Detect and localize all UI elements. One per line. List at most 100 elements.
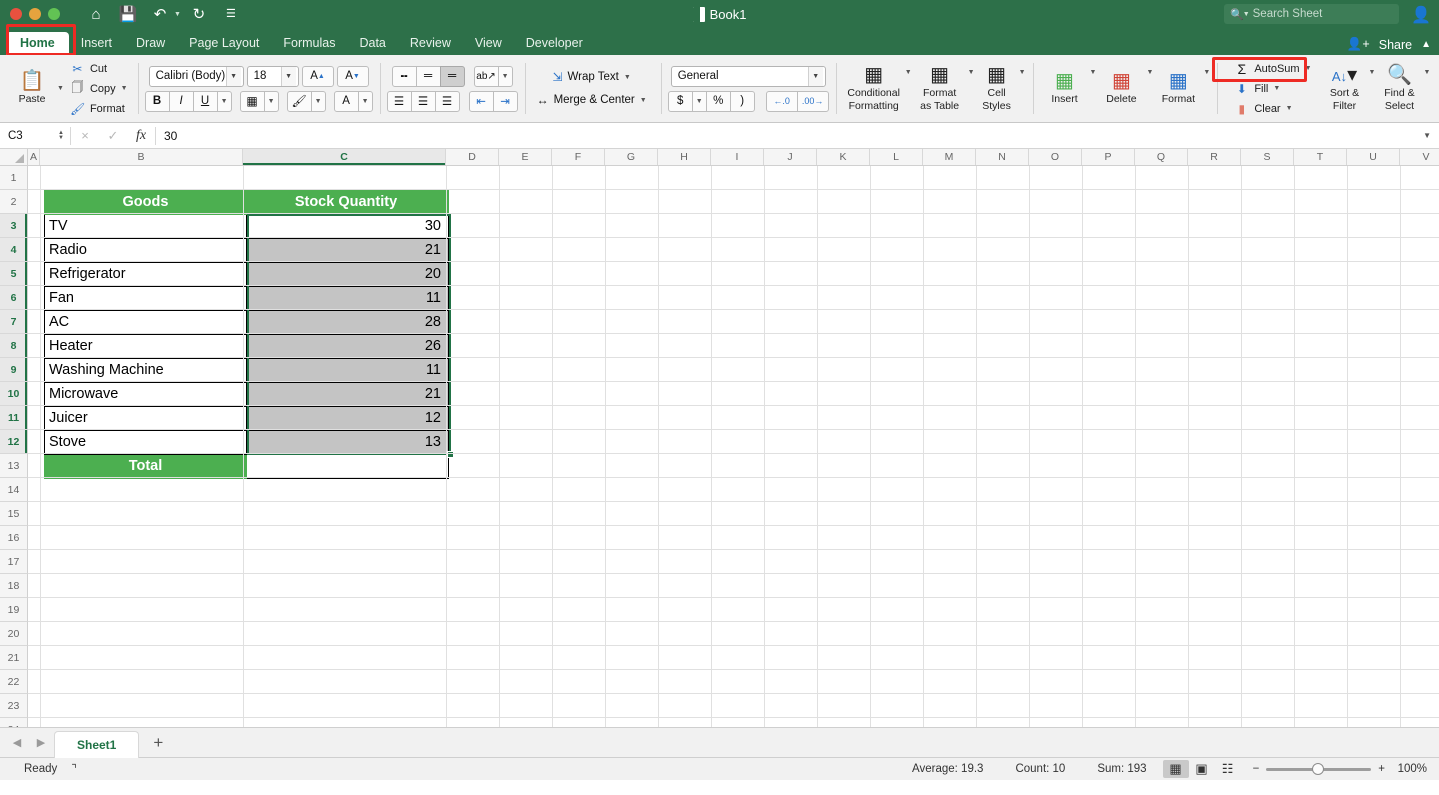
collapse-ribbon-icon[interactable]: ▲ (1421, 39, 1431, 50)
column-header-E[interactable]: E (499, 149, 552, 165)
maximize-window-button[interactable] (48, 8, 60, 20)
column-header-I[interactable]: I (711, 149, 764, 165)
zoom-slider-knob[interactable] (1312, 763, 1324, 775)
insert-cells-button[interactable]: ▦ Insert (1040, 71, 1090, 105)
percent-format-button[interactable]: % (706, 91, 731, 112)
tab-formulas[interactable]: Formulas (271, 32, 347, 55)
currency-dropdown-icon[interactable]: ▼ (692, 91, 707, 112)
minimize-window-button[interactable] (29, 8, 41, 20)
cell-goods[interactable]: Washing Machine (45, 359, 247, 383)
redo-icon[interactable]: ↻ (185, 3, 213, 25)
column-header-P[interactable]: P (1082, 149, 1135, 165)
row-header-13[interactable]: 13 (0, 454, 28, 478)
align-middle-button[interactable]: ═ (416, 66, 441, 87)
row-header-14[interactable]: 14 (0, 478, 28, 502)
row-header-2[interactable]: 2 (0, 190, 28, 214)
row-header-21[interactable]: 21 (0, 646, 28, 670)
save-icon[interactable]: 💾 (114, 3, 142, 25)
row-header-4[interactable]: 4 (0, 238, 28, 262)
column-header-V[interactable]: V (1400, 149, 1439, 165)
home-icon[interactable]: ⌂ (82, 3, 110, 25)
delete-cells-dropdown-icon[interactable]: ▼ (1146, 69, 1153, 76)
bold-button[interactable]: B (145, 91, 170, 112)
conditional-formatting-dropdown-icon[interactable]: ▼ (905, 69, 912, 76)
conditional-formatting-button[interactable]: ▦ Conditional Formatting (843, 65, 905, 112)
column-header-M[interactable]: M (923, 149, 976, 165)
decrease-font-size-button[interactable]: A▼ (337, 66, 369, 87)
close-window-button[interactable] (10, 8, 22, 20)
row-header-6[interactable]: 6 (0, 286, 28, 310)
next-sheet-icon[interactable]: ▶ (30, 736, 52, 749)
customize-toolbar-icon[interactable]: ☰ (217, 3, 245, 25)
cell-stock-quantity[interactable]: 21 (247, 239, 449, 263)
header-cell-goods[interactable]: Goods (45, 191, 247, 215)
cell-stock-quantity[interactable]: 28 (247, 311, 449, 335)
autosum-dropdown-icon[interactable]: ▼ (1305, 65, 1312, 72)
font-size-select[interactable]: 18 ▼ (247, 66, 299, 87)
column-header-B[interactable]: B (40, 149, 243, 165)
tab-data[interactable]: Data (347, 32, 397, 55)
cell-stock-quantity[interactable]: 13 (247, 431, 449, 455)
row-header-7[interactable]: 7 (0, 310, 28, 334)
copy-dropdown-icon[interactable]: ▼ (121, 85, 128, 92)
column-header-D[interactable]: D (446, 149, 499, 165)
tab-page-layout[interactable]: Page Layout (177, 32, 271, 55)
row-header-5[interactable]: 5 (0, 262, 28, 286)
insert-function-icon[interactable]: fx (127, 128, 155, 144)
format-painter-button[interactable]: 🖌 Format (67, 100, 131, 118)
share-button-label[interactable]: Share (1379, 38, 1412, 52)
column-header-T[interactable]: T (1294, 149, 1347, 165)
formula-input[interactable]: 30 (156, 129, 1423, 143)
confirm-edit-button[interactable]: ✓ (99, 128, 127, 144)
font-family-dropdown-icon[interactable]: ▼ (226, 67, 241, 86)
comma-format-button[interactable]: ) (730, 91, 755, 112)
cell-stock-quantity[interactable]: 11 (247, 359, 449, 383)
format-cells-button[interactable]: ▦ Format (1153, 71, 1203, 105)
borders-button[interactable]: ▦ (240, 91, 265, 112)
delete-cells-button[interactable]: ▦ Delete (1096, 71, 1146, 105)
row-header-20[interactable]: 20 (0, 622, 28, 646)
cancel-edit-button[interactable]: × (71, 128, 99, 143)
tab-home[interactable]: Home (6, 32, 69, 55)
increase-font-size-button[interactable]: A▲ (302, 66, 334, 87)
cell-goods[interactable]: Stove (45, 431, 247, 455)
insert-cells-dropdown-icon[interactable]: ▼ (1090, 69, 1097, 76)
paste-dropdown-icon[interactable]: ▼ (57, 85, 64, 92)
decrease-indent-button[interactable]: ⇤ (469, 91, 494, 112)
row-header-3[interactable]: 3 (0, 214, 28, 238)
name-box[interactable]: C3 ▲▼ (0, 130, 70, 142)
row-header-1[interactable]: 1 (0, 166, 28, 190)
number-format-select[interactable]: General ▼ (671, 66, 826, 87)
cell-goods[interactable]: Radio (45, 239, 247, 263)
increase-indent-button[interactable]: ⇥ (493, 91, 518, 112)
tab-developer[interactable]: Developer (514, 32, 595, 55)
format-as-table-dropdown-icon[interactable]: ▼ (968, 69, 975, 76)
column-header-G[interactable]: G (605, 149, 658, 165)
record-macro-icon[interactable]: ⌝ (57, 762, 77, 776)
fill-dropdown-icon[interactable]: ▼ (1273, 85, 1280, 92)
row-header-18[interactable]: 18 (0, 574, 28, 598)
cell-goods[interactable]: Fan (45, 287, 247, 311)
zoom-out-button[interactable]: − (1253, 763, 1260, 775)
column-header-L[interactable]: L (870, 149, 923, 165)
column-header-H[interactable]: H (658, 149, 711, 165)
tab-view[interactable]: View (463, 32, 514, 55)
column-header-S[interactable]: S (1241, 149, 1294, 165)
cell-styles-dropdown-icon[interactable]: ▼ (1019, 69, 1026, 76)
cells-area[interactable]: GoodsStock QuantityTV30Radio21Refrigerat… (28, 166, 1439, 727)
share-icon[interactable]: 👤+ (1347, 37, 1370, 52)
decrease-decimal-button[interactable]: .00→ (797, 91, 829, 112)
wrap-text-dropdown-icon[interactable]: ▼ (624, 74, 631, 81)
sheet-tab-sheet1[interactable]: Sheet1 (54, 731, 139, 758)
column-header-N[interactable]: N (976, 149, 1029, 165)
underline-dropdown-icon[interactable]: ▼ (217, 91, 232, 112)
format-cells-dropdown-icon[interactable]: ▼ (1203, 69, 1210, 76)
cell-stock-quantity[interactable]: 21 (247, 383, 449, 407)
cell-goods[interactable]: Juicer (45, 407, 247, 431)
align-left-button[interactable]: ☰ (387, 91, 412, 112)
cell-styles-button[interactable]: ▦ Cell Styles (975, 65, 1019, 112)
select-all-button[interactable] (0, 149, 28, 165)
clear-button[interactable]: ▮ Clear ▼ (1231, 100, 1314, 118)
fill-color-button[interactable]: 🖌 (287, 91, 312, 112)
font-size-dropdown-icon[interactable]: ▼ (281, 67, 296, 86)
